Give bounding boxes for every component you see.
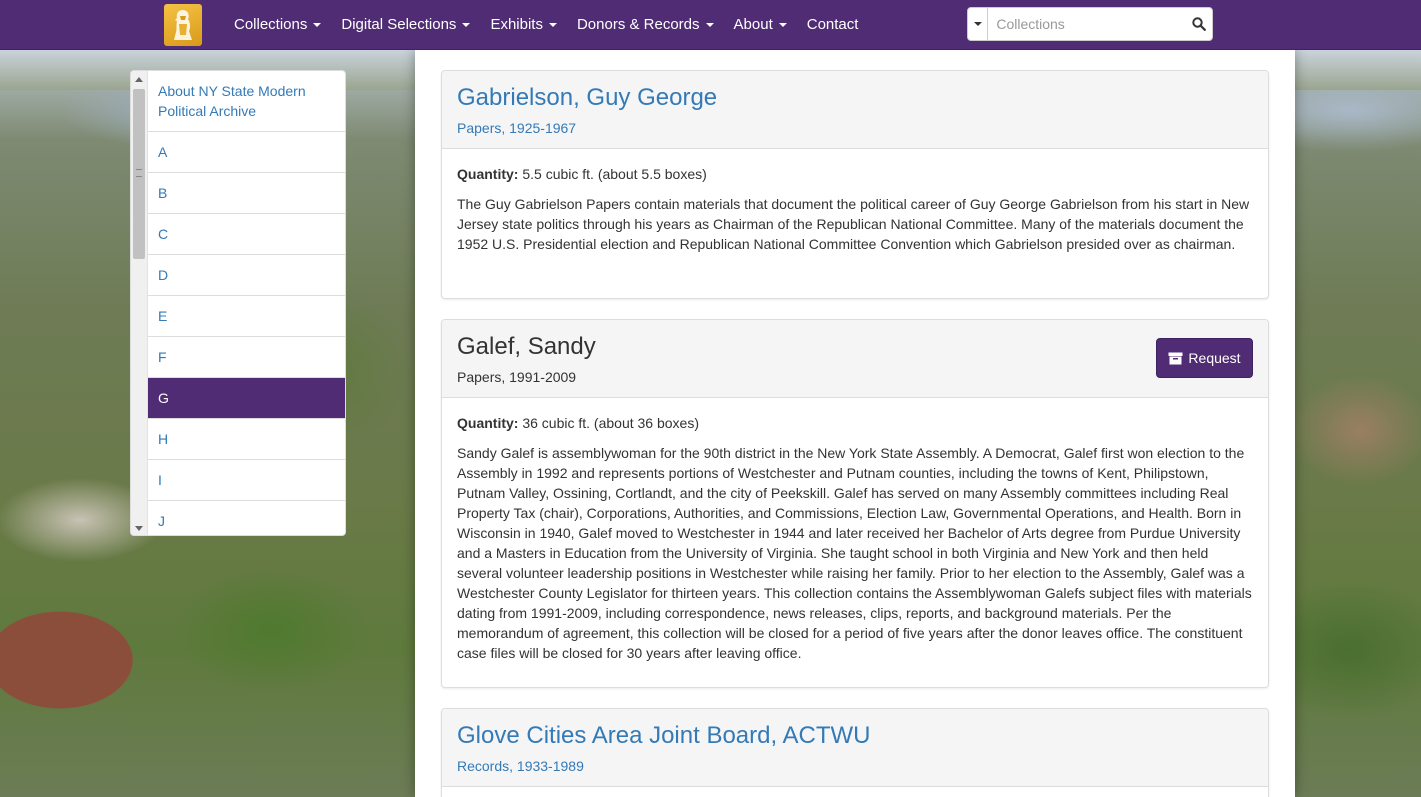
- nav-about[interactable]: About: [724, 0, 797, 50]
- alphabet-sidebar: About NY State Modern Political Archive …: [130, 70, 346, 536]
- sidebar-item-d[interactable]: D: [148, 255, 345, 296]
- chevron-down-icon: [313, 23, 322, 27]
- sidebar-item-c[interactable]: C: [148, 214, 345, 255]
- collection-quantity: Quantity: 5.5 cubic ft. (about 5.5 boxes…: [457, 164, 1253, 184]
- collection-body: Quantity: 5.5 cubic ft. (about 5.5 boxes…: [442, 149, 1268, 274]
- main-nav: Collections Digital Selections Exhibits …: [224, 0, 868, 50]
- chevron-down-icon: [705, 23, 714, 27]
- box-icon: [1168, 352, 1183, 364]
- nav-exhibits-label: Exhibits: [490, 16, 543, 33]
- background-sky-right: [1291, 50, 1421, 90]
- quantity-value: 36 cubic ft. (about 36 boxes): [522, 415, 700, 431]
- main-content: Gabrielson, Guy George Papers, 1925-1967…: [415, 50, 1295, 797]
- nav-contact-label: Contact: [806, 16, 859, 33]
- collection-heading: Galef, Sandy Papers, 1991-2009 Request: [442, 320, 1268, 398]
- quantity-value: 5.5 cubic ft. (about 5.5 boxes): [522, 166, 707, 182]
- collection-quantity: Quantity: 36 cubic ft. (about 36 boxes): [457, 413, 1253, 433]
- collection-title-link[interactable]: Gabrielson, Guy George: [457, 83, 1253, 113]
- collection-panel: Glove Cities Area Joint Board, ACTWU Rec…: [441, 708, 1269, 797]
- sidebar-item-e[interactable]: E: [148, 296, 345, 337]
- sidebar-item-a[interactable]: A: [148, 132, 345, 173]
- nav-donors-records-label: Donors & Records: [576, 16, 700, 33]
- nav-donors-records[interactable]: Donors & Records: [567, 0, 724, 50]
- collection-panel: Gabrielson, Guy George Papers, 1925-1967…: [441, 70, 1269, 299]
- chevron-down-icon: [548, 23, 557, 27]
- quantity-label: Quantity:: [457, 415, 519, 431]
- collection-title: Galef, Sandy: [457, 333, 596, 360]
- scroll-up-icon[interactable]: [135, 77, 143, 82]
- quantity-label: Quantity:: [457, 166, 519, 182]
- top-navbar: Collections Digital Selections Exhibits …: [0, 0, 1421, 50]
- collection-description: The Guy Gabrielson Papers contain materi…: [457, 196, 1250, 252]
- collection-heading: Gabrielson, Guy George Papers, 1925-1967: [442, 71, 1268, 149]
- chevron-down-icon: [462, 23, 471, 27]
- sidebar-item-i[interactable]: I: [148, 460, 345, 501]
- request-button[interactable]: Request: [1156, 338, 1253, 378]
- collection-subtitle-link[interactable]: Papers, 1925-1967: [457, 119, 1253, 137]
- nav-digital-selections[interactable]: Digital Selections: [331, 0, 480, 50]
- request-button-label: Request: [1188, 350, 1241, 366]
- nav-collections[interactable]: Collections: [224, 0, 331, 50]
- scrollbar-thumb[interactable]: [133, 89, 145, 259]
- sidebar-item-b[interactable]: B: [148, 173, 345, 214]
- sidebar-item-h[interactable]: H: [148, 419, 345, 460]
- nav-digital-selections-label: Digital Selections: [341, 16, 457, 33]
- sidebar-item-about[interactable]: About NY State Modern Political Archive: [148, 71, 345, 132]
- collection-panel: Galef, Sandy Papers, 1991-2009 Request Q…: [441, 319, 1269, 688]
- collection-subtitle-link[interactable]: Records, 1933-1989: [457, 757, 1253, 775]
- nav-contact[interactable]: Contact: [797, 0, 869, 50]
- sidebar-scrollbar[interactable]: [131, 71, 148, 535]
- search-button[interactable]: [1185, 8, 1212, 40]
- nav-about-label: About: [733, 16, 773, 33]
- search-icon: [1191, 17, 1206, 31]
- collection-title-link[interactable]: Glove Cities Area Joint Board, ACTWU: [457, 721, 1253, 751]
- archive-logo-icon[interactable]: [164, 4, 202, 46]
- collection-body: Quantity: 36 cubic ft. (about 36 boxes) …: [442, 398, 1268, 683]
- search-input[interactable]: [988, 8, 1186, 40]
- collection-description: Sandy Galef is assemblywoman for the 90t…: [457, 445, 1252, 661]
- sidebar-list: About NY State Modern Political Archive …: [148, 71, 345, 535]
- collection-subtitle: Papers, 1991-2009: [457, 369, 577, 385]
- sidebar-item-g[interactable]: G: [148, 378, 345, 419]
- search-box: [967, 7, 1213, 41]
- collection-heading: Glove Cities Area Joint Board, ACTWU Rec…: [442, 709, 1268, 787]
- sidebar-item-f[interactable]: F: [148, 337, 345, 378]
- scroll-down-icon[interactable]: [135, 526, 143, 531]
- chevron-down-icon: [778, 23, 787, 27]
- nav-collections-label: Collections: [234, 16, 308, 33]
- nav-exhibits[interactable]: Exhibits: [480, 0, 567, 50]
- search-scope-dropdown[interactable]: [968, 8, 989, 40]
- chevron-down-icon: [973, 22, 982, 26]
- sidebar-item-j[interactable]: J: [148, 501, 345, 535]
